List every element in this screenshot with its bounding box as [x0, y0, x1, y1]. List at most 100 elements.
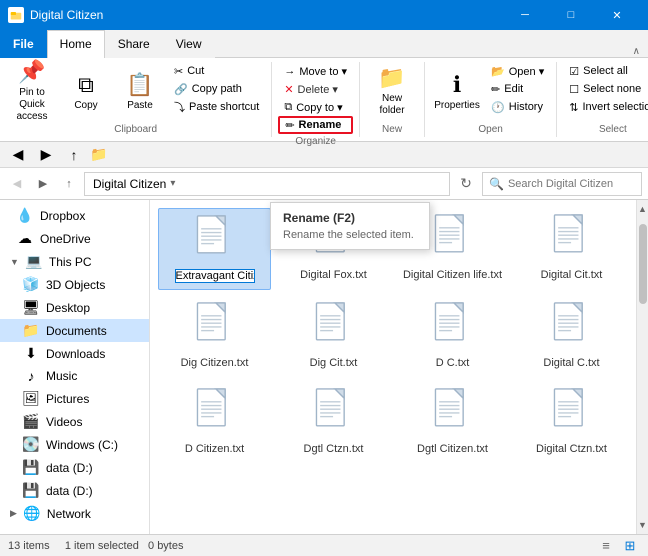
- sidebar-label-datad1: data (D:): [46, 461, 93, 475]
- maximize-button[interactable]: □: [548, 0, 594, 30]
- back-button[interactable]: ◀: [6, 173, 28, 195]
- refresh-button[interactable]: ↻: [454, 172, 478, 196]
- properties-button[interactable]: ℹ Properties: [431, 62, 483, 120]
- pin-icon: 📌: [18, 59, 45, 85]
- tab-home[interactable]: Home: [47, 30, 105, 58]
- tab-file[interactable]: File: [0, 30, 47, 58]
- sidebar-item-network[interactable]: ▶ 🌐 Network: [0, 502, 149, 525]
- scroll-down-button[interactable]: ▼: [636, 518, 648, 532]
- sidebar-item-music[interactable]: ♪ Music: [0, 365, 149, 387]
- select-none-button[interactable]: ☐ Select none: [563, 80, 648, 98]
- sidebar-item-pictures[interactable]: 🖼 Pictures: [0, 387, 149, 410]
- sidebar-item-windowsc[interactable]: 💽 Windows (C:): [0, 433, 149, 456]
- file-item[interactable]: D Citizen.txt: [158, 382, 271, 462]
- file-icon: [433, 214, 473, 265]
- file-icon: [552, 214, 592, 265]
- sidebar-item-onedrive[interactable]: ☁ OneDrive: [0, 227, 149, 250]
- organize-content: → Move to ▾ ✕ Delete ▾ ⧉ Copy to ▾ ✏ Ren…: [278, 62, 353, 134]
- ribbon-group-clipboard: 📌 Pin to Quick access ⧉ Copy 📋 Paste ✂ C…: [0, 62, 272, 137]
- copy-to-icon: ⧉: [284, 101, 292, 114]
- move-to-button[interactable]: → Move to ▾: [278, 62, 353, 80]
- ribbon-group-select: ☑ Select all ☐ Select none ⇅ Invert sele…: [557, 62, 648, 137]
- forward-button[interactable]: ▶: [32, 173, 54, 195]
- paste-button[interactable]: 📋 Paste: [114, 62, 166, 120]
- sidebar-item-datad1[interactable]: 💾 data (D:): [0, 456, 149, 479]
- pin-to-quick-access-button[interactable]: 📌 Pin to Quick access: [6, 62, 58, 120]
- copy-button[interactable]: ⧉ Copy: [60, 62, 112, 120]
- file-item[interactable]: [158, 208, 271, 290]
- copy-path-icon: 🔗: [174, 83, 188, 96]
- qa-forward-button[interactable]: ▶: [34, 144, 58, 166]
- grid-view-button[interactable]: ⊞: [620, 537, 640, 555]
- dropbox-icon: 💧: [16, 207, 34, 224]
- sidebar-item-3dobjects[interactable]: 🧊 3D Objects: [0, 273, 149, 296]
- network-expand-icon: ▶: [10, 508, 17, 519]
- invert-selection-button[interactable]: ⇅ Invert selection: [563, 98, 648, 116]
- copy-to-button[interactable]: ⧉ Copy to ▾: [278, 98, 353, 116]
- new-folder-button[interactable]: 📁 Newfolder: [366, 62, 418, 120]
- status-bar: 13 items 1 item selected 0 bytes ≡ ⊞: [0, 534, 648, 556]
- rename-button[interactable]: ✏ Rename: [278, 116, 353, 134]
- sidebar-item-thispc[interactable]: ▼ 💻 This PC: [0, 250, 149, 273]
- select-all-button[interactable]: ☑ Select all: [563, 62, 648, 80]
- file-item[interactable]: Dig Cit.txt: [277, 296, 390, 376]
- history-button[interactable]: 🕐 History: [485, 98, 550, 116]
- windowsc-icon: 💽: [22, 436, 40, 453]
- open-button[interactable]: 📂 Open ▾: [485, 62, 550, 80]
- copy-path-button[interactable]: 🔗 Copy path: [168, 80, 265, 98]
- sidebar-item-downloads[interactable]: ⬇ Downloads: [0, 342, 149, 365]
- file-name: Digital Citizen life.txt: [403, 268, 502, 282]
- sidebar: 💧 Dropbox ☁ OneDrive ▼ 💻 This PC 🧊 3D Ob…: [0, 200, 150, 534]
- onedrive-icon: ☁: [16, 230, 34, 247]
- up-button[interactable]: ↑: [58, 173, 80, 195]
- file-icon: [314, 388, 354, 439]
- file-item[interactable]: Dgtl Citizen.txt: [396, 382, 509, 462]
- search-input[interactable]: [508, 178, 648, 190]
- sidebar-label-documents: Documents: [46, 324, 107, 338]
- file-icon: [552, 302, 592, 353]
- tab-share[interactable]: Share: [105, 30, 163, 58]
- qa-up-button[interactable]: ↑: [62, 144, 86, 166]
- file-name: Digital Fox.txt: [300, 268, 367, 282]
- file-item[interactable]: Digital Cit.txt: [515, 208, 628, 290]
- sidebar-label-dropbox: Dropbox: [40, 209, 85, 223]
- edit-button[interactable]: ✏ Edit: [485, 80, 550, 98]
- filename-edit-input[interactable]: [175, 269, 255, 283]
- file-item[interactable]: Digital Ctzn.txt: [515, 382, 628, 462]
- address-bar: ◀ ▶ ↑ Digital Citizen ▾ ↻ 🔍: [0, 168, 648, 200]
- music-icon: ♪: [22, 368, 40, 384]
- sidebar-label-windowsc: Windows (C:): [46, 438, 118, 452]
- file-item[interactable]: D C.txt: [396, 296, 509, 376]
- scroll-thumb[interactable]: [639, 224, 647, 304]
- main-area: 💧 Dropbox ☁ OneDrive ▼ 💻 This PC 🧊 3D Ob…: [0, 200, 648, 534]
- scrollbar[interactable]: ▲ ▼: [636, 200, 648, 534]
- qa-back-button[interactable]: ◀: [6, 144, 30, 166]
- network-icon: 🌐: [23, 505, 41, 522]
- cut-button[interactable]: ✂ Cut: [168, 62, 265, 80]
- file-item[interactable]: Digital C.txt: [515, 296, 628, 376]
- file-icon: [314, 302, 354, 353]
- close-button[interactable]: ✕: [594, 0, 640, 30]
- minimize-button[interactable]: ─: [502, 0, 548, 30]
- search-box: 🔍: [482, 172, 642, 196]
- open-label: Open: [431, 122, 550, 137]
- file-item[interactable]: Dgtl Ctzn.txt: [277, 382, 390, 462]
- ribbon-collapse-icon[interactable]: ∧: [633, 46, 648, 57]
- file-icon: [195, 302, 235, 353]
- scroll-up-button[interactable]: ▲: [636, 202, 648, 216]
- sidebar-item-dropbox[interactable]: 💧 Dropbox: [0, 204, 149, 227]
- sidebar-item-documents[interactable]: 📁 Documents: [0, 319, 149, 342]
- list-view-button[interactable]: ≡: [596, 537, 616, 555]
- window-title: Digital Citizen: [30, 8, 103, 22]
- sidebar-item-datad2[interactable]: 💾 data (D:): [0, 479, 149, 502]
- delete-button[interactable]: ✕ Delete ▾: [278, 80, 353, 98]
- sidebar-item-videos[interactable]: 🎬 Videos: [0, 410, 149, 433]
- select-all-icon: ☑: [569, 65, 579, 78]
- tab-view[interactable]: View: [163, 30, 215, 58]
- new-folder-icon: 📁: [378, 65, 405, 91]
- paste-shortcut-button[interactable]: ⤵ Paste shortcut: [168, 98, 265, 116]
- file-item[interactable]: Dig Citizen.txt: [158, 296, 271, 376]
- sidebar-item-desktop[interactable]: 🖥 Desktop: [0, 296, 149, 319]
- address-path[interactable]: Digital Citizen ▾: [84, 172, 450, 196]
- ribbon: 📌 Pin to Quick access ⧉ Copy 📋 Paste ✂ C…: [0, 58, 648, 142]
